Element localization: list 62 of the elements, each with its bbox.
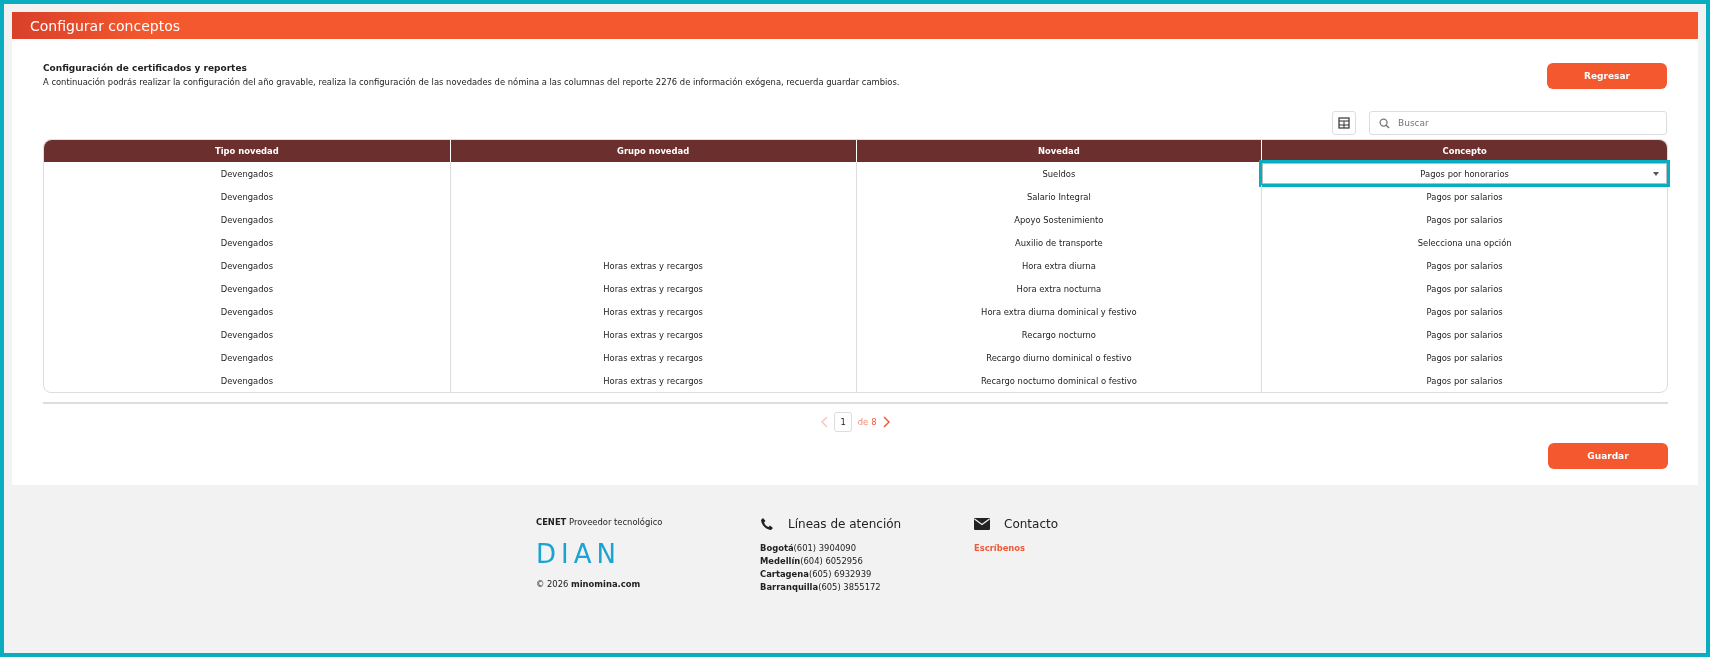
table-cell: Recargo nocturno dominical o festivo <box>980 375 1137 386</box>
table-cell: Devengados <box>220 306 273 317</box>
table-cell: Devengados <box>220 375 273 386</box>
table-cell: Hora extra diurna <box>1021 260 1096 271</box>
phone-line: Cartagena(605) 6932939 <box>760 569 873 579</box>
page-number-field[interactable]: 1 <box>834 412 852 432</box>
page-title: Configurar conceptos <box>30 17 180 34</box>
column-header: Grupo novedad <box>449 140 856 162</box>
table-cell: Horas extras y recargos <box>603 329 703 340</box>
table-cell: Horas extras y recargos <box>603 306 703 317</box>
caret-icon <box>1653 171 1659 176</box>
table-cell: Auxilio de transporte <box>1015 237 1103 248</box>
dian-logo: DIAN <box>536 539 622 569</box>
table-cell: Apoyo Sostenimiento <box>1014 214 1104 225</box>
table-cell[interactable]: Pagos por salarios <box>1426 214 1503 225</box>
provider-text: CENET Proveedor tecnológico <box>536 517 664 527</box>
table-cell[interactable]: Pagos por salarios <box>1426 352 1503 363</box>
table-cell: Hora extra diurna dominical y festivo <box>981 306 1137 317</box>
table-cell: Recargo diurno dominical o festivo <box>986 352 1132 363</box>
table-cell: Devengados <box>220 191 273 202</box>
table-cell: Devengados <box>220 237 273 248</box>
table-cell[interactable]: Pagos por salarios <box>1426 375 1503 386</box>
table-cell[interactable]: Pagos por salarios <box>1426 283 1503 294</box>
lines-heading: Líneas de atención <box>788 517 902 531</box>
table-cell: Salario Integral <box>1026 191 1091 202</box>
description-text: A continuación podrás realizar la configuración del año gravable, realiza la configuración de las novedades de nómina a las columnas del reporte 2276 de información exógena, recuerda guardar cambios. <box>43 77 900 87</box>
table-cell: Devengados <box>220 214 273 225</box>
spreadsheet-icon <box>1338 117 1350 129</box>
contact-heading: Contacto <box>1004 517 1059 531</box>
table-cell: Devengados <box>220 283 273 294</box>
table-cell: Devengados <box>220 260 273 271</box>
table-cell[interactable]: Pagos por salarios <box>1426 260 1503 271</box>
table-cell: Devengados <box>220 168 273 179</box>
table-cell: Devengados <box>220 329 273 340</box>
table-cell: Horas extras y recargos <box>603 352 703 363</box>
table-cell: Horas extras y recargos <box>603 375 703 386</box>
table-cell: Recargo nocturno <box>1021 329 1096 340</box>
phone-icon <box>760 517 774 531</box>
envelope-icon <box>974 518 990 530</box>
page-of-label: de <box>857 417 869 427</box>
search-field[interactable]: Buscar <box>1369 111 1667 135</box>
column-header: Novedad <box>855 140 1262 162</box>
page-total: 8 <box>871 417 877 427</box>
section-heading: Configuración de certificados y reportes <box>43 63 248 73</box>
phone-line: Barranquilla(605) 3855172 <box>760 582 882 592</box>
table-cell: Horas extras y recargos <box>603 283 703 294</box>
next-page-icon[interactable] <box>882 416 890 428</box>
table-cell: Horas extras y recargos <box>603 260 703 271</box>
phone-line: Medellín(604) 6052956 <box>760 556 864 566</box>
table-cell[interactable]: Pagos por salarios <box>1426 191 1503 202</box>
table-cell[interactable]: Selecciona una opción <box>1417 237 1512 248</box>
table-cell: Devengados <box>220 352 273 363</box>
table-cell[interactable]: Pagos por salarios <box>1426 306 1503 317</box>
export-button[interactable] <box>1332 111 1356 135</box>
column-header: Tipo novedad <box>214 145 280 158</box>
table-cell: Hora extra nocturna <box>1016 283 1102 294</box>
column-header: Concepto <box>1261 140 1667 162</box>
copyright-text: © 2026 minomina.com <box>536 579 642 589</box>
concept-dropdown[interactable]: Pagos por honorarios <box>1262 163 1667 184</box>
table-cell[interactable]: Pagos por salarios <box>1426 329 1503 340</box>
table-cell: Sueldos <box>1042 168 1076 179</box>
phone-line: Bogotá(601) 3904090 <box>760 543 858 553</box>
